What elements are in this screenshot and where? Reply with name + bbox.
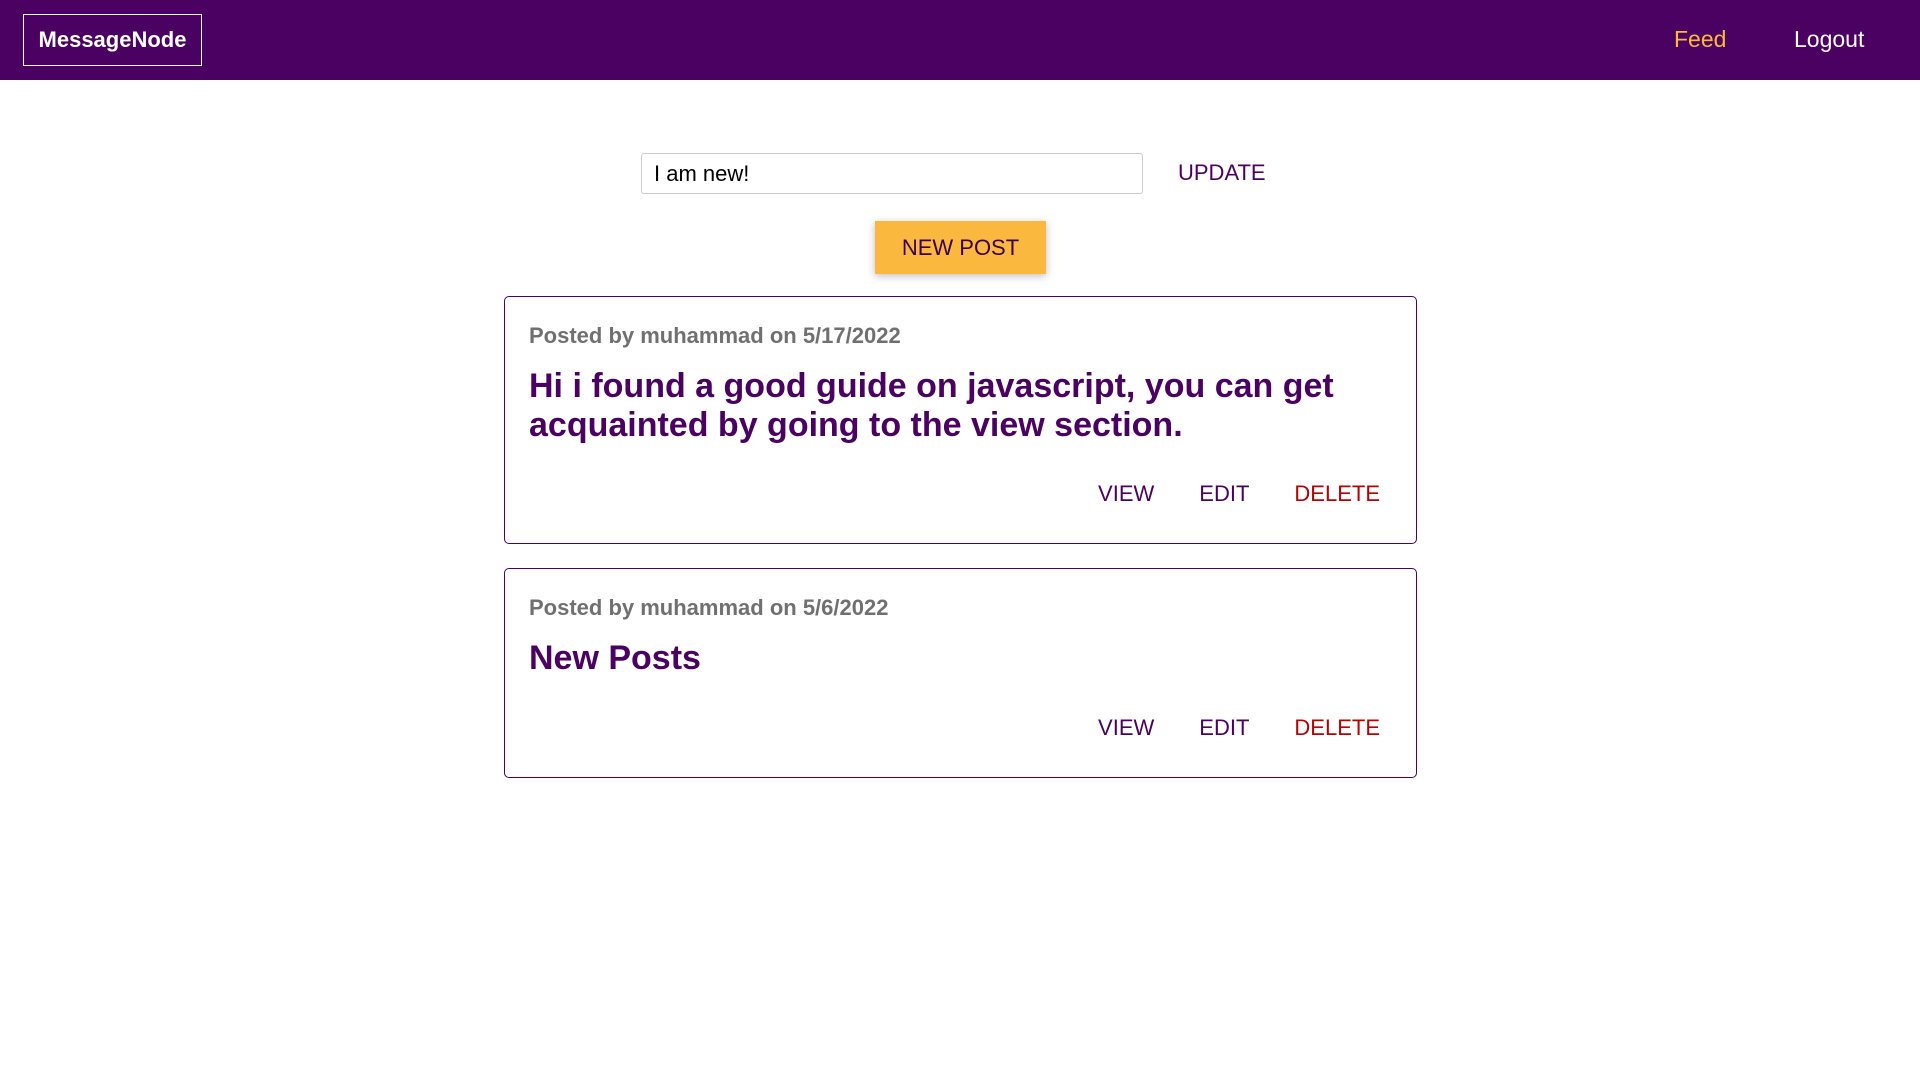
post-meta: Posted by muhammad on 5/6/2022: [529, 595, 889, 620]
new-post-button[interactable]: NEW POST: [875, 221, 1046, 274]
post-title: New Posts: [529, 639, 701, 677]
top-navbar: MessageNode Feed Logout: [0, 0, 1920, 80]
status-input[interactable]: [641, 153, 1143, 194]
app-logo[interactable]: MessageNode: [23, 14, 202, 66]
post-card: Posted by muhammad on 5/6/2022 New Posts…: [504, 568, 1417, 778]
nav-logout-link[interactable]: Logout: [1794, 24, 1864, 54]
edit-post-button[interactable]: EDIT: [1154, 715, 1249, 741]
delete-post-button[interactable]: DELETE: [1249, 481, 1380, 507]
update-status-button[interactable]: UPDATE: [1165, 156, 1279, 190]
nav-feed-link[interactable]: Feed: [1674, 24, 1726, 54]
post-card: Posted by muhammad on 5/17/2022 Hi i fou…: [504, 296, 1417, 544]
post-actions: VIEW EDIT DELETE: [1053, 715, 1380, 741]
post-title: Hi i found a good guide on javascript, y…: [529, 367, 1334, 444]
post-actions: VIEW EDIT DELETE: [1053, 481, 1380, 507]
post-meta: Posted by muhammad on 5/17/2022: [529, 323, 901, 348]
view-post-button[interactable]: VIEW: [1053, 481, 1154, 507]
view-post-button[interactable]: VIEW: [1053, 715, 1154, 741]
edit-post-button[interactable]: EDIT: [1154, 481, 1249, 507]
delete-post-button[interactable]: DELETE: [1249, 715, 1380, 741]
